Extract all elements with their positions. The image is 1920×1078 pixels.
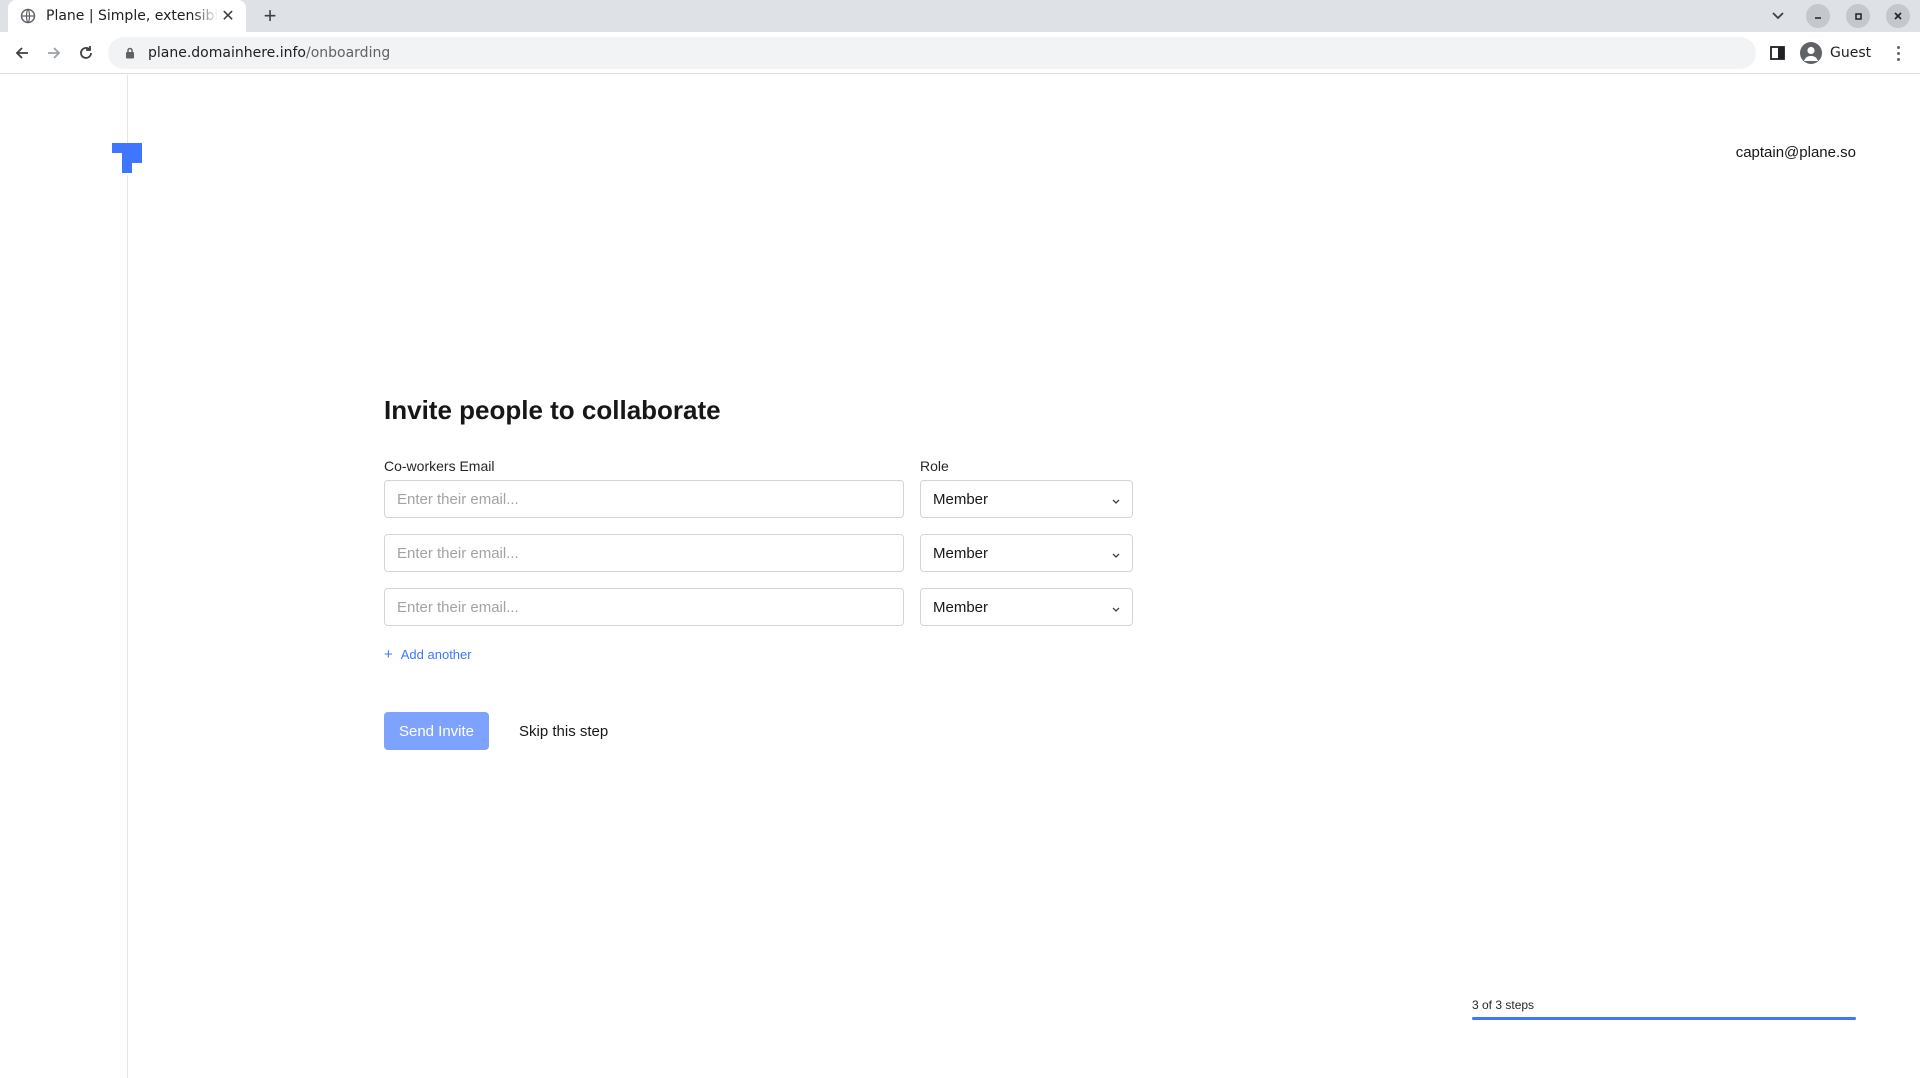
- url-path: /onboarding: [305, 45, 391, 61]
- left-divider: [127, 75, 128, 1078]
- form-actions: Send Invite Skip this step: [384, 712, 1144, 750]
- chevron-down-icon: [1112, 599, 1120, 616]
- email-field[interactable]: [384, 480, 904, 518]
- email-field[interactable]: [384, 588, 904, 626]
- close-window-button[interactable]: [1886, 4, 1910, 28]
- email-field[interactable]: [384, 534, 904, 572]
- send-invite-button[interactable]: Send Invite: [384, 712, 489, 750]
- lock-icon[interactable]: [122, 45, 138, 61]
- url-text: plane.domainhere.info/onboarding: [148, 45, 390, 61]
- chevron-down-icon: [1112, 545, 1120, 562]
- reload-button[interactable]: [72, 39, 100, 67]
- add-another-button[interactable]: + Add another: [384, 646, 472, 663]
- browser-toolbar: plane.domainhere.info/onboarding Guest: [0, 32, 1920, 74]
- profile-button[interactable]: Guest: [1796, 39, 1881, 67]
- restore-window-button[interactable]: [1846, 4, 1870, 28]
- new-tab-button[interactable]: +: [258, 3, 282, 28]
- email-column-label: Co-workers Email: [384, 458, 495, 474]
- close-tab-icon[interactable]: ✕: [218, 6, 238, 26]
- side-panel-icon[interactable]: [1768, 43, 1788, 63]
- plus-icon: +: [384, 646, 393, 663]
- avatar-icon: [1800, 42, 1822, 64]
- browser-tab-bar: Plane | Simple, extensible ✕ +: [0, 0, 1920, 32]
- form-labels: Co-workers Email Role: [384, 458, 1144, 474]
- address-bar[interactable]: plane.domainhere.info/onboarding: [108, 37, 1756, 69]
- add-another-label: Add another: [400, 647, 472, 662]
- role-dropdown[interactable]: Member: [920, 534, 1133, 572]
- browser-tab[interactable]: Plane | Simple, extensible ✕: [8, 0, 246, 32]
- role-value: Member: [933, 490, 989, 508]
- invite-form: Invite people to collaborate Co-workers …: [384, 395, 1144, 750]
- role-value: Member: [933, 544, 989, 562]
- invite-row: Member: [384, 588, 1144, 626]
- progress-label: 3 of 3 steps: [1472, 998, 1535, 1012]
- forward-button[interactable]: [40, 39, 68, 67]
- role-dropdown[interactable]: Member: [920, 588, 1133, 626]
- invite-row: Member: [384, 534, 1144, 572]
- chevron-down-icon: [1112, 491, 1120, 508]
- role-column-label: Role: [920, 458, 949, 474]
- profile-label: Guest: [1830, 45, 1872, 61]
- onboarding-page: captain@plane.so Invite people to collab…: [0, 75, 1920, 1078]
- role-dropdown[interactable]: Member: [920, 480, 1133, 518]
- browser-menu-icon[interactable]: [1888, 43, 1908, 63]
- user-email: captain@plane.so: [1735, 144, 1856, 161]
- minimize-window-button[interactable]: [1806, 4, 1830, 28]
- globe-icon: [20, 8, 36, 24]
- url-domain: plane.domainhere.info: [148, 45, 306, 61]
- invite-row: Member: [384, 480, 1144, 518]
- skip-step-button[interactable]: Skip this step: [519, 723, 608, 740]
- tab-search-button[interactable]: [1766, 4, 1790, 28]
- progress-bar-fill: [1472, 1017, 1856, 1020]
- onboarding-progress: 3 of 3 steps: [1472, 998, 1856, 1020]
- back-button[interactable]: [8, 39, 36, 67]
- tab-title: Plane | Simple, extensible: [46, 8, 218, 24]
- role-value: Member: [933, 598, 989, 616]
- plane-logo: [112, 143, 144, 175]
- progress-bar: [1472, 1017, 1856, 1020]
- page-title: Invite people to collaborate: [384, 395, 721, 425]
